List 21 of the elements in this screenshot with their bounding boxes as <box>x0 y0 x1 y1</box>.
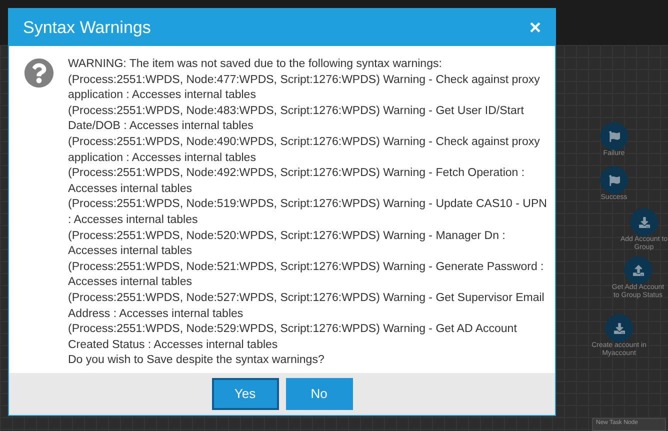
confirm-question: Do you wish to Save despite the syntax warnings? <box>68 353 326 368</box>
warning-text: (Process:2551:WPDS, Node:519:WPDS, Script:1276:WPDS) Warning - Update CAS10 - UPN : Accesses internal tables <box>68 197 548 228</box>
flag-icon <box>608 130 620 142</box>
warning-text: (Process:2551:WPDS, Node:521:WPDS, Script:1276:WPDS) Warning - Generate Password : Accesses internal tables <box>68 260 545 290</box>
download-icon <box>638 216 650 228</box>
warning-text: (Process:2551:WPDS, Node:483:WPDS, Script:1276:WPDS) Warning - Get User ID/Start Date/DOB : Accesses internal tables <box>68 104 525 134</box>
download-icon <box>614 322 624 334</box>
warning-text: (Process:2551:WPDS, Node:529:WPDS, Script:1276:WPDS) Warning - Get AD Account Created Status : Accesses internal tables <box>68 322 518 353</box>
dialog-title: Syntax Warnings <box>23 16 151 39</box>
warning-text: (Process:2551:WPDS, Node:527:WPDS, Script:1276:WPDS) Warning - Get Supervisor Email Address : Accesses internal tables <box>68 290 546 322</box>
dialog-button[interactable]: Yes <box>212 378 278 410</box>
warning-text: (Process:2551:WPDS, Node:492:WPDS, Script:1276:WPDS) Warning - Fetch Operation : Accesses internal tables <box>68 166 526 197</box>
warning-text: (Process:2551:WPDS, Node:477:WPDS, Script:1276:WPDS) Warning - Check against proxy application : Accesses internal tables <box>68 72 541 104</box>
warning-text: (Process:2551:WPDS, Node:490:WPDS, Script:1276:WPDS) Warning - Check against proxy application : Accesses internal tables <box>68 134 541 166</box>
upload-icon <box>632 264 644 276</box>
question-icon <box>24 58 54 88</box>
warning-heading: WARNING: The item was not saved due to the following syntax warnings: <box>68 57 443 72</box>
flag-icon <box>608 174 620 186</box>
dialog-button[interactable]: No <box>286 378 352 410</box>
warning-text: (Process:2551:WPDS, Node:520:WPDS, Script:1276:WPDS) Warning - Manager Dn : Accesses internal tables <box>68 228 506 260</box>
close-button[interactable]: × <box>529 18 541 38</box>
